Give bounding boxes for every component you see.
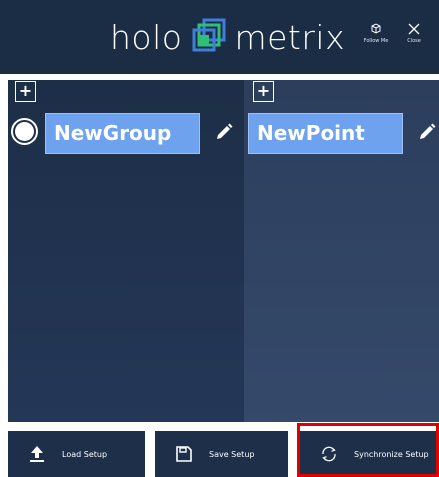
brand-text-left: holo <box>110 18 183 57</box>
radio-selected-dot <box>15 122 34 141</box>
synchronize-setup-label: Synchronize Setup <box>354 449 429 459</box>
holometrix-logo-icon <box>192 18 226 52</box>
group-select-radio[interactable] <box>11 118 38 145</box>
synchronize-setup-button[interactable]: Synchronize Setup <box>300 431 439 477</box>
save-icon <box>173 443 195 465</box>
app-header: holo metrix Follow Me Close <box>0 0 439 74</box>
add-point-button[interactable]: + <box>253 81 274 102</box>
close-button[interactable]: Close <box>399 22 429 66</box>
group-name-field[interactable]: NewGroup <box>45 113 200 154</box>
load-setup-label: Load Setup <box>62 449 108 459</box>
brand-text-right: metrix <box>234 18 346 57</box>
follow-me-icon <box>371 23 381 34</box>
load-setup-button[interactable]: Load Setup <box>8 431 145 477</box>
follow-me-button[interactable]: Follow Me <box>361 22 391 66</box>
follow-me-label: Follow Me <box>363 38 389 44</box>
upload-icon <box>26 443 48 465</box>
edit-group-pencil-icon[interactable] <box>214 122 234 142</box>
close-icon <box>408 23 420 35</box>
brand-logo: holo metrix <box>110 18 345 58</box>
save-setup-label: Save Setup <box>209 449 255 459</box>
sync-icon <box>318 443 340 465</box>
close-label: Close <box>407 38 421 44</box>
point-name-field[interactable]: NewPoint <box>248 113 403 154</box>
edit-point-pencil-icon[interactable] <box>417 122 437 142</box>
save-setup-button[interactable]: Save Setup <box>155 431 288 477</box>
add-group-button[interactable]: + <box>15 81 36 102</box>
